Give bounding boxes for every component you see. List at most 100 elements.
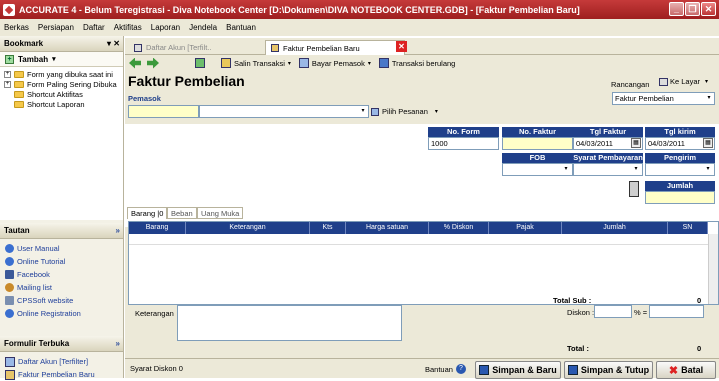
collapse-icon[interactable]: » bbox=[116, 226, 120, 235]
simpan-tutup-button[interactable]: Simpan & Tutup bbox=[564, 361, 653, 379]
folder-icon bbox=[14, 90, 24, 98]
batal-button[interactable]: ✖ Batal bbox=[656, 361, 716, 379]
calendar-icon[interactable]: ▦ bbox=[631, 138, 641, 148]
table-row[interactable] bbox=[129, 234, 708, 245]
formulir-header[interactable]: Formulir Terbuka » bbox=[0, 336, 123, 352]
salin-transaksi-button[interactable]: Salin Transaksi ▾ bbox=[221, 58, 291, 68]
detail-tab-beban[interactable]: Beban bbox=[167, 207, 197, 219]
tgl-kirim-header: Tgl kirim bbox=[645, 127, 715, 137]
link-label: User Manual bbox=[17, 244, 60, 253]
col-harga-satuan: Harga satuan bbox=[346, 222, 429, 234]
transaksi-berulang-button[interactable]: Transaksi berulang bbox=[378, 58, 456, 68]
tree-item-shortcut-aktifitas[interactable]: Shortcut Aktifitas bbox=[0, 89, 123, 99]
col-keterangan: Keterangan bbox=[186, 222, 310, 234]
total-sub-value: 0 bbox=[697, 296, 702, 305]
calculator-icon[interactable] bbox=[629, 181, 639, 197]
link-user-manual[interactable]: User Manual bbox=[0, 242, 123, 255]
link-label: Mailing list bbox=[17, 283, 53, 292]
invoice-icon bbox=[271, 44, 279, 52]
expand-icon[interactable]: + bbox=[4, 70, 11, 78]
diskon-amount-input[interactable] bbox=[649, 305, 704, 318]
tautan-header[interactable]: Tautan » bbox=[0, 223, 123, 239]
pemasok-code-input[interactable] bbox=[128, 105, 199, 118]
people-icon bbox=[5, 283, 14, 292]
menu-daftar[interactable]: Daftar bbox=[83, 23, 105, 32]
close-button[interactable]: ✕ bbox=[701, 2, 716, 16]
keterangan-textarea[interactable] bbox=[177, 305, 402, 341]
syarat-header: Syarat Pembayaran bbox=[573, 153, 643, 163]
berulang-label: Transaksi berulang bbox=[391, 58, 456, 68]
bayar-label: Bayar Pemasok bbox=[311, 58, 365, 68]
tree-item-form-sering[interactable]: + Form Paling Sering Dibuka bbox=[0, 79, 123, 89]
item-grid[interactable]: Barang Keterangan Kts Harga satuan % Dis… bbox=[128, 221, 719, 305]
window-title: ACCURATE 4 - Belum Teregistrasi - Diva N… bbox=[19, 4, 580, 15]
help-icon: ? bbox=[455, 364, 466, 374]
bantuan-button[interactable]: Bantuan ? bbox=[425, 364, 466, 374]
syarat-dropdown[interactable]: ▾ bbox=[631, 164, 641, 175]
total-label: Total : bbox=[567, 344, 589, 353]
list-icon bbox=[134, 43, 142, 52]
pengirim-dropdown[interactable]: ▾ bbox=[703, 164, 713, 175]
tab-daftar-akun[interactable]: Daftar Akun [Terfilt.. bbox=[129, 40, 216, 55]
accurate-app-icon bbox=[3, 3, 15, 16]
tambah-button[interactable]: + Tambah ▾ bbox=[0, 52, 123, 67]
folder-icon bbox=[14, 70, 24, 78]
menu-bantuan[interactable]: Bantuan bbox=[226, 23, 256, 32]
tab-faktur-pembelian[interactable]: Faktur Pembelian Baru bbox=[265, 40, 405, 55]
ke-layar-button[interactable]: Ke Layar ▾ bbox=[659, 77, 708, 86]
no-faktur-input[interactable] bbox=[502, 137, 573, 150]
diskon-percent-input[interactable] bbox=[594, 305, 632, 318]
cancel-icon: ✖ bbox=[668, 364, 679, 377]
pemasok-name-input[interactable] bbox=[199, 105, 369, 118]
menu-aktifitas[interactable]: Aktifitas bbox=[114, 23, 142, 32]
batal-label: Batal bbox=[681, 365, 704, 375]
rancangan-dropdown[interactable]: ▾ bbox=[704, 93, 714, 104]
web-icon bbox=[5, 296, 14, 305]
menu-laporan[interactable]: Laporan bbox=[151, 23, 180, 32]
vertical-scrollbar[interactable] bbox=[708, 234, 718, 304]
no-form-input[interactable]: 1000 bbox=[428, 137, 499, 150]
collapse-icon[interactable]: » bbox=[116, 339, 120, 348]
tab-label: Daftar Akun [Terfilt.. bbox=[146, 43, 212, 52]
link-cpssoft-website[interactable]: CPSSoft website bbox=[0, 294, 123, 307]
fob-dropdown[interactable]: ▾ bbox=[561, 164, 571, 175]
bottom-bar: Syarat Diskon 0 Bantuan ? Simpan & Baru … bbox=[125, 358, 719, 379]
link-online-registration[interactable]: Online Registration bbox=[0, 307, 123, 320]
help-icon bbox=[5, 244, 14, 253]
menu-jendela[interactable]: Jendela bbox=[189, 23, 217, 32]
folder-icon bbox=[14, 80, 24, 88]
restore-button[interactable]: ❐ bbox=[685, 2, 700, 16]
add-icon: + bbox=[5, 54, 14, 64]
close-tab-icon[interactable]: ✕ bbox=[396, 41, 407, 52]
link-facebook[interactable]: Facebook bbox=[0, 268, 123, 281]
tree-item-shortcut-laporan[interactable]: Shortcut Laporan bbox=[0, 99, 123, 109]
tree-item-form-dibuka[interactable]: + Form yang dibuka saat ini bbox=[0, 69, 123, 79]
keterangan-label: Keterangan bbox=[135, 309, 174, 318]
pilih-pesanan-button[interactable]: Pilih Pesanan ▾ bbox=[371, 105, 438, 118]
save-icon[interactable] bbox=[195, 58, 205, 68]
col-kts: Kts bbox=[310, 222, 346, 234]
rancangan-select[interactable]: Faktur Pembelian bbox=[612, 92, 715, 105]
link-online-tutorial[interactable]: Online Tutorial bbox=[0, 255, 123, 268]
open-form-faktur-pembelian[interactable]: Faktur Pembelian Baru bbox=[0, 368, 123, 381]
jumlah-input[interactable] bbox=[645, 191, 715, 204]
pemasok-dropdown[interactable]: ▾ bbox=[358, 106, 368, 117]
menu-berkas[interactable]: Berkas bbox=[4, 23, 29, 32]
save-icon bbox=[567, 365, 578, 375]
syarat-diskon-label: Syarat Diskon 0 bbox=[130, 364, 183, 373]
open-form-daftar-akun[interactable]: Daftar Akun [Terfilter] bbox=[0, 355, 123, 368]
expand-icon[interactable]: + bbox=[4, 80, 11, 88]
percent-equal-label: % = bbox=[634, 308, 648, 317]
bayar-pemasok-button[interactable]: Bayar Pemasok ▾ bbox=[298, 58, 371, 68]
link-mailing-list[interactable]: Mailing list bbox=[0, 281, 123, 294]
detail-tab-barang[interactable]: Barang |0 bbox=[127, 207, 168, 219]
simpan-baru-button[interactable]: Simpan & Baru bbox=[475, 361, 561, 379]
calendar-icon[interactable]: ▦ bbox=[703, 138, 713, 148]
previous-arrow-icon[interactable] bbox=[129, 57, 141, 69]
link-label: Online Registration bbox=[17, 309, 81, 318]
minimize-button[interactable]: _ bbox=[669, 2, 684, 16]
next-arrow-icon[interactable] bbox=[147, 57, 159, 69]
simpan-baru-label: Simpan & Baru bbox=[492, 365, 557, 375]
detail-tab-uang-muka[interactable]: Uang Muka bbox=[197, 207, 244, 219]
menu-persiapan[interactable]: Persiapan bbox=[38, 23, 74, 32]
